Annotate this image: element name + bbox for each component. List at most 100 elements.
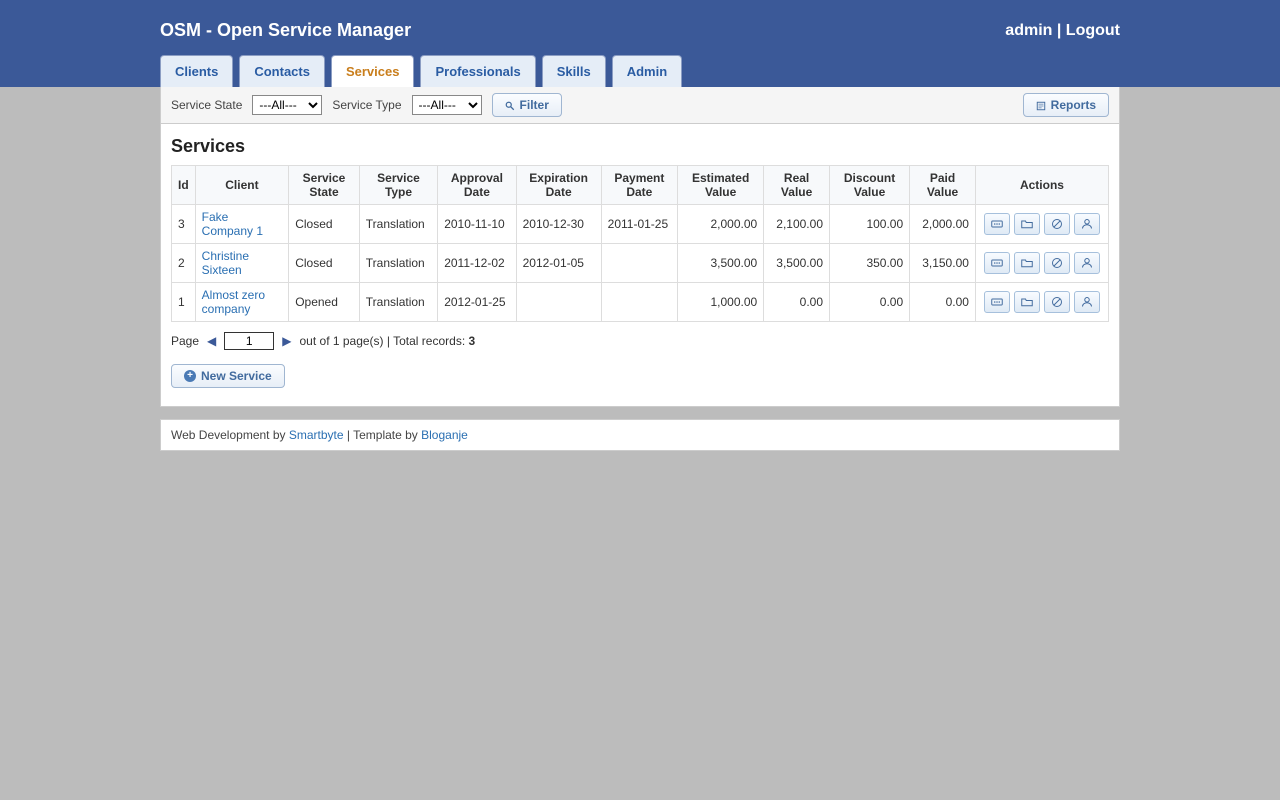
folder-button[interactable]: [1014, 291, 1040, 313]
pager-input[interactable]: [224, 332, 274, 350]
folder-icon: [1021, 218, 1033, 230]
logout-link[interactable]: Logout: [1066, 22, 1120, 39]
cancel-icon: [1051, 218, 1063, 230]
new-service-label: New Service: [201, 369, 272, 383]
pager-label: Page: [171, 334, 199, 348]
cell-approval: 2011-12-02: [438, 244, 516, 283]
new-service-button[interactable]: + New Service: [171, 364, 285, 388]
report-icon: [1036, 100, 1046, 110]
col-header: Discount Value: [830, 166, 910, 205]
view-button[interactable]: [984, 252, 1010, 274]
user-icon: [1081, 296, 1093, 308]
view-icon: [991, 218, 1003, 230]
cell-type: Translation: [359, 205, 437, 244]
col-header: Id: [172, 166, 196, 205]
folder-button[interactable]: [1014, 213, 1040, 235]
tab-contacts[interactable]: Contacts: [239, 55, 325, 87]
pager-total: 3: [468, 334, 475, 348]
col-header: Expiration Date: [516, 166, 601, 205]
cell-real: 0.00: [764, 283, 830, 322]
folder-button[interactable]: [1014, 252, 1040, 274]
cell-real: 3,500.00: [764, 244, 830, 283]
folder-icon: [1021, 296, 1033, 308]
cell-type: Translation: [359, 283, 437, 322]
filter-state-select[interactable]: ---All---: [252, 95, 322, 115]
cancel-icon: [1051, 296, 1063, 308]
cancel-button[interactable]: [1044, 252, 1070, 274]
col-header: Payment Date: [601, 166, 677, 205]
view-icon: [991, 257, 1003, 269]
cell-payment: 2011-01-25: [601, 205, 677, 244]
cell-id: 1: [172, 283, 196, 322]
footer-link-bloganje[interactable]: Bloganje: [421, 428, 468, 442]
reports-button[interactable]: Reports: [1023, 93, 1109, 117]
content: Service State ---All--- Service Type ---…: [160, 87, 1120, 407]
table-row: 3Fake Company 1ClosedTranslation2010-11-…: [172, 205, 1109, 244]
cell-expiration: [516, 283, 601, 322]
pager-next[interactable]: ▶: [282, 334, 291, 348]
plus-icon: +: [184, 370, 196, 382]
cell-actions: [975, 244, 1108, 283]
cell-id: 3: [172, 205, 196, 244]
client-link[interactable]: Almost zero company: [202, 288, 265, 316]
cell-payment: [601, 283, 677, 322]
view-button[interactable]: [984, 291, 1010, 313]
cell-paid: 0.00: [910, 283, 976, 322]
cell-estimated: 1,000.00: [678, 283, 764, 322]
col-header: Approval Date: [438, 166, 516, 205]
view-button[interactable]: [984, 213, 1010, 235]
cell-type: Translation: [359, 244, 437, 283]
cell-discount: 100.00: [830, 205, 910, 244]
tab-bar: ClientsContactsServicesProfessionalsSkil…: [160, 55, 1120, 87]
pager: Page ◀ ▶ out of 1 page(s) | Total record…: [171, 332, 1109, 350]
col-header: Paid Value: [910, 166, 976, 205]
user-icon: [1081, 218, 1093, 230]
cell-expiration: 2010-12-30: [516, 205, 601, 244]
cell-state: Closed: [289, 205, 360, 244]
cell-estimated: 2,000.00: [678, 205, 764, 244]
col-header: Client: [195, 166, 289, 205]
user-link[interactable]: admin: [1005, 22, 1052, 39]
cell-actions: [975, 283, 1108, 322]
filter-state-label: Service State: [171, 98, 242, 112]
cell-paid: 2,000.00: [910, 205, 976, 244]
cell-estimated: 3,500.00: [678, 244, 764, 283]
filter-type-label: Service Type: [332, 98, 401, 112]
footer-link-smartbyte[interactable]: Smartbyte: [289, 428, 344, 442]
col-header: Real Value: [764, 166, 830, 205]
cancel-button[interactable]: [1044, 213, 1070, 235]
user-button[interactable]: [1074, 213, 1100, 235]
cell-client: Christine Sixteen: [195, 244, 289, 283]
pager-prev[interactable]: ◀: [207, 334, 216, 348]
table-row: 1Almost zero companyOpenedTranslation201…: [172, 283, 1109, 322]
tab-professionals[interactable]: Professionals: [420, 55, 535, 87]
filter-button[interactable]: Filter: [492, 93, 562, 117]
cell-state: Closed: [289, 244, 360, 283]
filter-bar: Service State ---All--- Service Type ---…: [161, 87, 1119, 124]
cell-client: Almost zero company: [195, 283, 289, 322]
tab-skills[interactable]: Skills: [542, 55, 606, 87]
client-link[interactable]: Fake Company 1: [202, 210, 263, 238]
user-icon: [1081, 257, 1093, 269]
cell-actions: [975, 205, 1108, 244]
search-icon: [505, 100, 515, 110]
tab-services[interactable]: Services: [331, 55, 415, 87]
tab-admin[interactable]: Admin: [612, 55, 682, 87]
cell-id: 2: [172, 244, 196, 283]
client-link[interactable]: Christine Sixteen: [202, 249, 249, 277]
reports-button-label: Reports: [1051, 98, 1096, 112]
header-bar: OSM - Open Service Manager admin | Logou…: [0, 0, 1280, 87]
filter-type-select[interactable]: ---All---: [412, 95, 482, 115]
col-header: Actions: [975, 166, 1108, 205]
cancel-button[interactable]: [1044, 291, 1070, 313]
tab-clients[interactable]: Clients: [160, 55, 233, 87]
cell-paid: 3,150.00: [910, 244, 976, 283]
user-button[interactable]: [1074, 252, 1100, 274]
footer: Web Development by Smartbyte | Template …: [160, 419, 1120, 451]
col-header: Service Type: [359, 166, 437, 205]
cancel-icon: [1051, 257, 1063, 269]
user-button[interactable]: [1074, 291, 1100, 313]
page-title: Services: [171, 136, 1109, 157]
cell-real: 2,100.00: [764, 205, 830, 244]
filter-button-label: Filter: [520, 98, 549, 112]
